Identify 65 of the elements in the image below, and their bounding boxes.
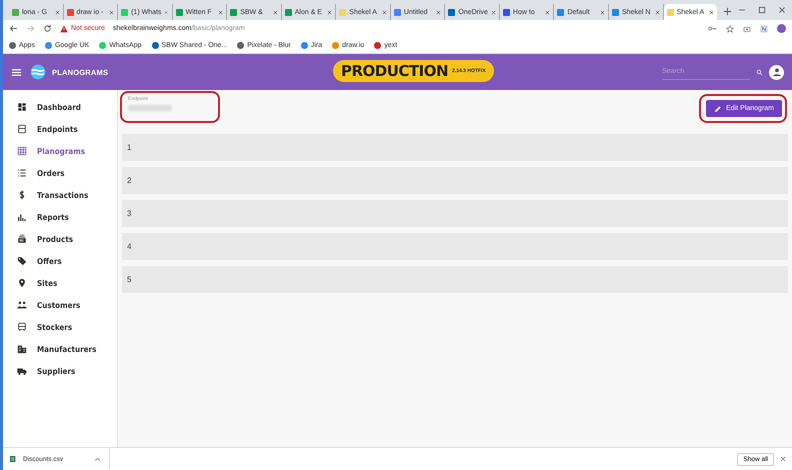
list-icon — [17, 168, 27, 178]
sidebar-item[interactable]: Orders — [3, 162, 117, 184]
close-icon[interactable] — [54, 10, 60, 14]
reload-icon[interactable] — [43, 24, 52, 33]
planogram-row[interactable]: 2 — [122, 167, 788, 194]
user-avatar[interactable] — [769, 64, 784, 80]
star-icon[interactable] — [726, 24, 734, 32]
grid-icon — [17, 146, 27, 156]
sidebar-item[interactable]: Manufacturers — [3, 338, 117, 360]
close-icon[interactable] — [218, 10, 224, 14]
dollar-icon — [17, 190, 27, 200]
close-icon[interactable] — [709, 10, 714, 14]
sidebar-item[interactable]: Transactions — [3, 184, 117, 206]
bus-icon — [17, 322, 27, 332]
pencil-icon — [714, 104, 722, 112]
close-icon[interactable] — [109, 10, 114, 14]
close-icon[interactable] — [164, 10, 169, 14]
close-icon[interactable] — [600, 10, 606, 14]
search-icon — [756, 68, 763, 76]
close-icon[interactable] — [382, 10, 387, 14]
logo-icon — [30, 64, 46, 80]
dashboard-icon — [17, 102, 27, 112]
sidebar-item[interactable]: Planograms — [3, 140, 117, 162]
camera-icon — [743, 24, 751, 32]
location-pin-icon — [17, 278, 27, 288]
sidebar-item[interactable]: Stockers — [3, 316, 117, 338]
key-icon — [708, 24, 717, 33]
warning-icon — [60, 24, 68, 32]
panel-icon — [17, 124, 27, 134]
sidebar-item[interactable]: Products — [3, 228, 117, 250]
planogram-row[interactable]: 4 — [122, 233, 788, 260]
sidebar-item[interactable]: Sites — [3, 272, 117, 294]
truck-icon — [17, 366, 27, 376]
bar-chart-icon — [17, 212, 27, 222]
back-arrow-icon[interactable] — [9, 24, 18, 33]
profile-avatar[interactable] — [777, 24, 786, 33]
planogram-row[interactable]: 3 — [122, 200, 788, 227]
close-icon[interactable] — [778, 6, 786, 14]
sidebar-item[interactable]: Endpoints — [3, 118, 117, 140]
person-icon — [772, 67, 782, 77]
blurred-value — [128, 105, 172, 111]
maximize-icon[interactable] — [758, 6, 766, 14]
stack-icon — [17, 234, 27, 244]
planogram-row[interactable]: 1 — [122, 134, 788, 161]
spreadsheet-icon — [9, 455, 17, 463]
planogram-row[interactable]: 5 — [122, 266, 788, 293]
sidebar-item[interactable]: Offers — [3, 250, 117, 272]
sidebar-item[interactable]: Suppliers — [3, 360, 117, 382]
tag-icon — [17, 256, 27, 266]
people-icon — [17, 300, 27, 310]
sidebar-item[interactable]: Reports — [3, 206, 117, 228]
close-icon[interactable] — [545, 10, 550, 14]
caret-icon[interactable] — [94, 456, 101, 462]
plus-icon[interactable] — [723, 7, 732, 16]
close-icon[interactable] — [490, 10, 496, 14]
sidebar-item[interactable]: Customers — [3, 294, 117, 316]
menu-icon[interactable] — [11, 66, 22, 78]
close-icon[interactable] — [436, 10, 442, 14]
close-icon[interactable] — [327, 10, 332, 14]
close-icon[interactable] — [272, 10, 278, 14]
close-icon[interactable] — [654, 10, 660, 14]
building-icon — [17, 344, 27, 354]
sidebar-item[interactable]: Dashboard — [3, 96, 117, 118]
extension-icon — [760, 24, 768, 32]
close-icon[interactable] — [780, 456, 786, 462]
